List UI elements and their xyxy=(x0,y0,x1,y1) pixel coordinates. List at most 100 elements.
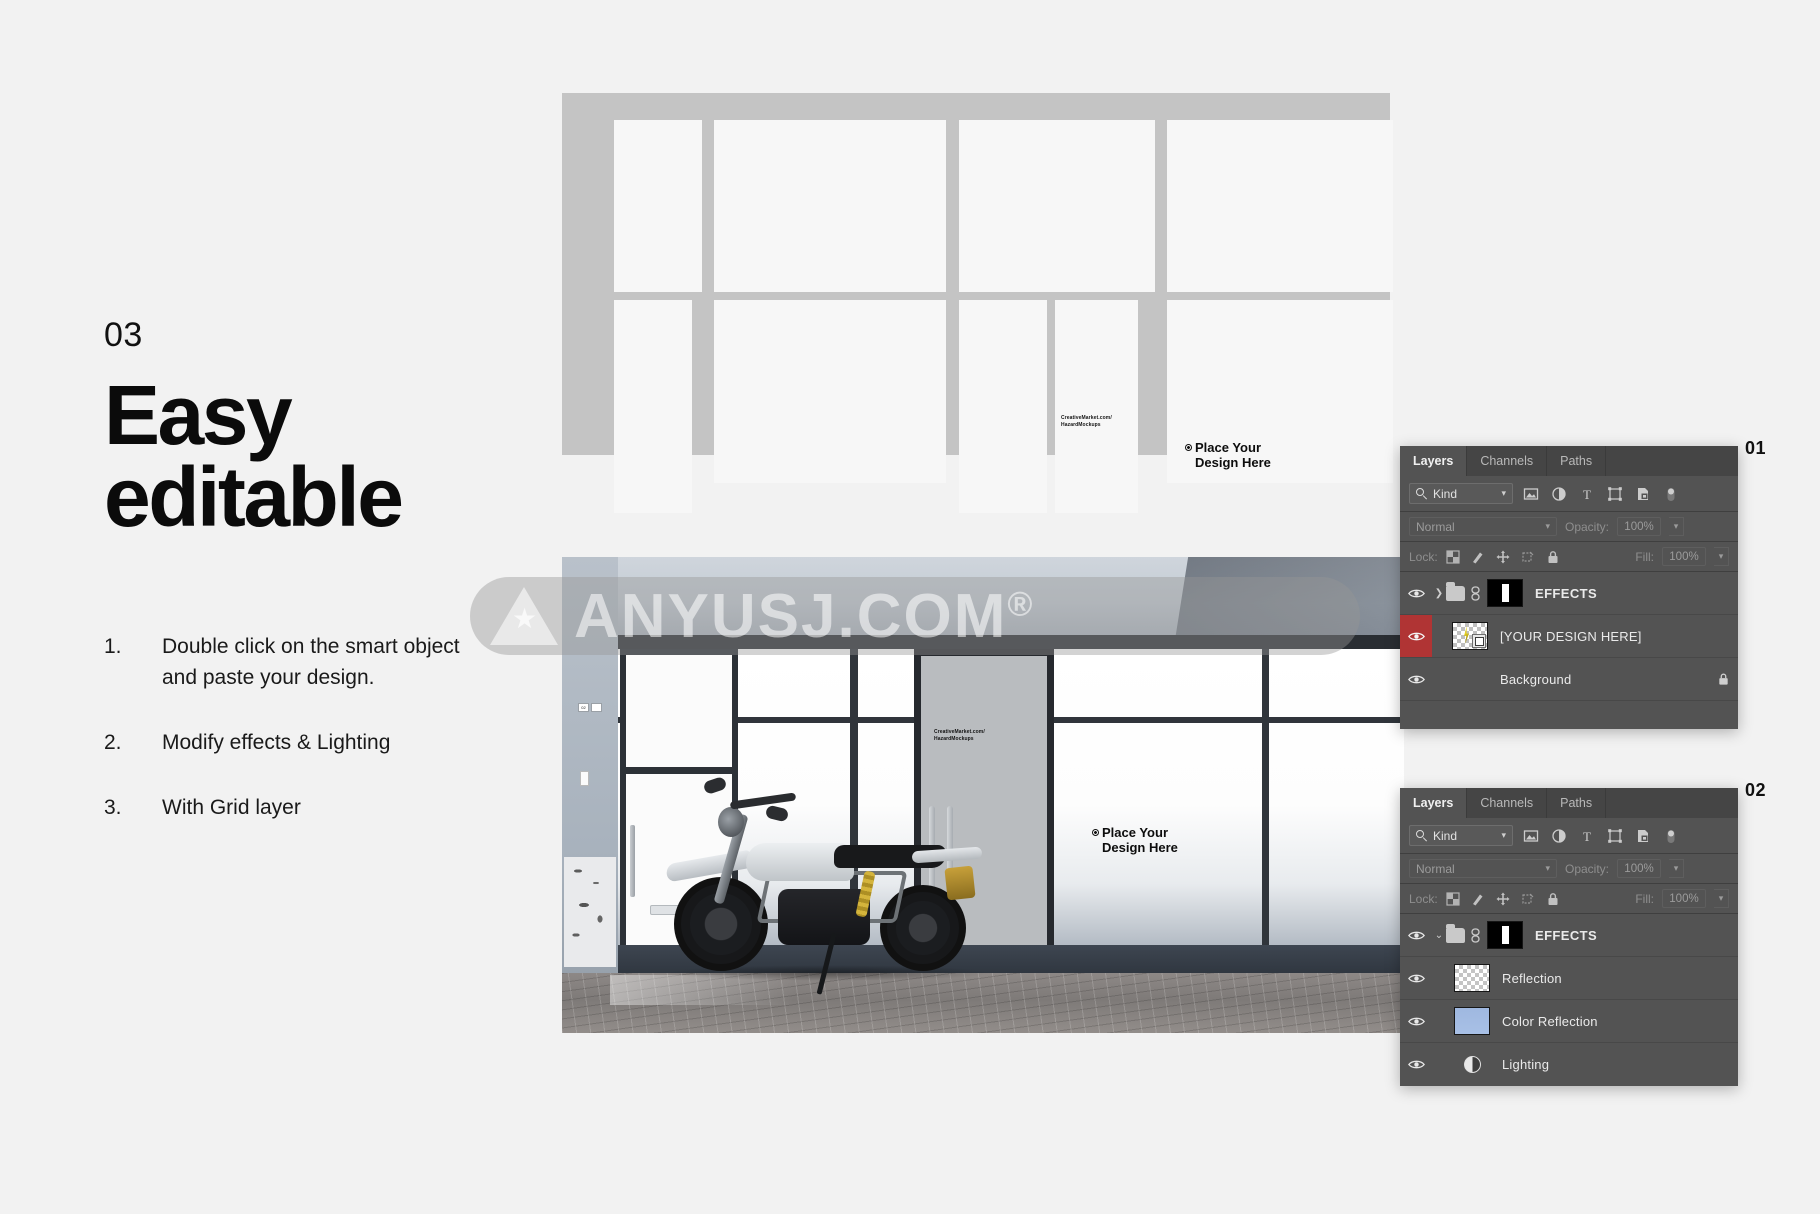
layers-panel-01[interactable]: Layers Channels Paths Kind ▾ T Normal ▾ … xyxy=(1400,446,1738,729)
tab-layers[interactable]: Layers xyxy=(1400,446,1468,476)
layers-panel-02[interactable]: Layers Channels Paths Kind ▾ T Normal ▾ … xyxy=(1400,788,1738,1086)
tab-channels[interactable]: Channels xyxy=(1467,446,1548,476)
callout-number-01: 01 xyxy=(1745,438,1767,458)
layer-visibility-toggle[interactable] xyxy=(1400,957,1432,999)
list-item-index: 3. xyxy=(104,795,122,819)
layer-row-background[interactable]: Background xyxy=(1400,658,1738,701)
folder-icon xyxy=(1446,581,1465,601)
chevron-right-icon[interactable]: ❯ xyxy=(1432,588,1446,599)
layer-visibility-toggle[interactable] xyxy=(1400,914,1432,956)
smart-object-filter-icon[interactable] xyxy=(1635,486,1651,502)
fill-label: Fill: xyxy=(1635,549,1654,564)
svg-text:T: T xyxy=(1583,487,1591,502)
eye-icon xyxy=(1407,974,1425,982)
image-filter-icon[interactable] xyxy=(1523,486,1539,502)
tab-layers[interactable]: Layers xyxy=(1400,788,1468,818)
lock-label: Lock: xyxy=(1409,549,1438,564)
layer-row-lighting[interactable]: Lighting xyxy=(1400,1043,1738,1086)
chevron-down-icon: ▾ xyxy=(1545,863,1550,873)
smart-object-filter-icon[interactable] xyxy=(1635,828,1651,844)
layer-row-reflection[interactable]: Reflection xyxy=(1400,957,1738,1000)
opacity-input[interactable]: 100% xyxy=(1617,517,1662,536)
filter-toggle-switch[interactable] xyxy=(1663,828,1679,844)
layer-visibility-toggle[interactable] xyxy=(1400,658,1432,700)
eye-icon xyxy=(1407,589,1425,597)
layer-row-effects[interactable]: ⌄ EFFECTS xyxy=(1400,914,1738,957)
lock-image-pixels-icon[interactable] xyxy=(1471,550,1485,564)
magnifier-icon xyxy=(1416,830,1428,842)
fill-stepper[interactable]: ▾ xyxy=(1714,889,1729,908)
link-icon[interactable] xyxy=(1470,927,1481,943)
lock-image-pixels-icon[interactable] xyxy=(1471,892,1485,906)
slide-canvas: 03 Easy editable 1. Double click on the … xyxy=(0,0,1820,1214)
chevron-down-icon[interactable]: ⌄ xyxy=(1432,930,1446,941)
layer-visibility-toggle[interactable] xyxy=(1400,615,1432,657)
image-filter-icon[interactable] xyxy=(1523,828,1539,844)
panel-tab-bar: Layers Channels Paths xyxy=(1400,446,1738,476)
tab-paths[interactable]: Paths xyxy=(1547,788,1607,818)
type-filter-icon[interactable]: T xyxy=(1579,828,1595,844)
layer-name: Background xyxy=(1500,671,1572,687)
opacity-stepper[interactable]: ▾ xyxy=(1669,859,1685,878)
layer-visibility-toggle[interactable] xyxy=(1400,1000,1432,1042)
layer-row-color-reflection[interactable]: Color Reflection xyxy=(1400,1000,1738,1043)
lock-artboard-nesting-icon[interactable] xyxy=(1521,550,1535,564)
lock-row: Lock: Fill: 100% ▾ xyxy=(1400,884,1738,914)
lock-artboard-nesting-icon[interactable] xyxy=(1521,892,1535,906)
lock-transparent-pixels-icon[interactable] xyxy=(1446,891,1460,906)
layer-row-your-design[interactable]: [YOUR DESIGN HERE] xyxy=(1400,615,1738,658)
adjustment-filter-icon[interactable] xyxy=(1551,486,1567,502)
lock-transparent-pixels-icon[interactable] xyxy=(1446,549,1460,564)
tab-channels[interactable]: Channels xyxy=(1467,788,1548,818)
type-filter-icon[interactable]: T xyxy=(1579,486,1595,502)
blend-mode-select[interactable]: Normal ▾ xyxy=(1409,517,1557,536)
lock-label: Lock: xyxy=(1409,891,1438,906)
tab-paths[interactable]: Paths xyxy=(1547,446,1607,476)
page-title: Easy editable xyxy=(104,373,524,540)
opacity-stepper[interactable]: ▾ xyxy=(1669,517,1685,536)
layer-visibility-toggle[interactable] xyxy=(1400,1043,1432,1086)
transparent-thumbnail[interactable] xyxy=(1454,964,1490,992)
filter-kind-select[interactable]: Kind ▾ xyxy=(1409,825,1513,846)
layer-row-effects[interactable]: ❯ EFFECTS xyxy=(1400,572,1738,615)
adjustment-filter-icon[interactable] xyxy=(1551,828,1567,844)
blend-mode-select[interactable]: Normal ▾ xyxy=(1409,859,1557,878)
layer-list-02: ⌄ EFFECTS Reflection Color Reflection Li… xyxy=(1400,914,1738,1086)
blue-fill-thumbnail[interactable] xyxy=(1454,1007,1490,1035)
layer-mask-thumbnail[interactable] xyxy=(1487,921,1523,949)
grid-cell xyxy=(714,120,946,292)
filter-type-icons: T xyxy=(1523,828,1679,844)
opacity-input[interactable]: 100% xyxy=(1617,859,1662,878)
headlight xyxy=(718,807,744,837)
lock-position-icon[interactable] xyxy=(1496,550,1510,564)
wheel-rim xyxy=(896,901,950,955)
eye-icon xyxy=(1407,1017,1425,1025)
blend-mode-value: Normal xyxy=(1416,861,1455,876)
smart-object-thumbnail[interactable] xyxy=(1452,622,1488,650)
engine-block xyxy=(778,889,870,945)
lock-all-icon[interactable] xyxy=(1546,892,1560,906)
filter-kind-select[interactable]: Kind ▾ xyxy=(1409,483,1513,504)
fill-input[interactable]: 100% xyxy=(1662,547,1706,566)
link-icon[interactable] xyxy=(1470,585,1481,601)
fill-stepper[interactable]: ▾ xyxy=(1714,547,1729,566)
wall-sign: 02 xyxy=(578,703,604,712)
blend-mode-row: Normal ▾ Opacity: 100% ▾ xyxy=(1400,512,1738,542)
layer-visibility-toggle[interactable] xyxy=(1400,572,1432,614)
fill-input[interactable]: 100% xyxy=(1662,889,1706,908)
wall-intercom-plate xyxy=(580,771,589,786)
layer-name: Lighting xyxy=(1502,1057,1550,1072)
target-dot-icon xyxy=(1092,829,1099,836)
wall-graffiti xyxy=(564,857,616,967)
placeholder-marker: Place Your Design Here xyxy=(1092,825,1178,856)
shape-filter-icon[interactable] xyxy=(1607,486,1623,502)
list-item-index: 1. xyxy=(104,634,122,658)
opacity-label: Opacity: xyxy=(1565,519,1610,534)
lock-position-icon[interactable] xyxy=(1496,892,1510,906)
list-item: 3. With Grid layer xyxy=(104,792,524,823)
layer-mask-thumbnail[interactable] xyxy=(1487,579,1523,607)
shape-filter-icon[interactable] xyxy=(1607,828,1623,844)
filter-toggle-switch[interactable] xyxy=(1663,486,1679,502)
adjustment-layer-icon[interactable] xyxy=(1454,1056,1490,1073)
lock-all-icon[interactable] xyxy=(1546,550,1560,564)
